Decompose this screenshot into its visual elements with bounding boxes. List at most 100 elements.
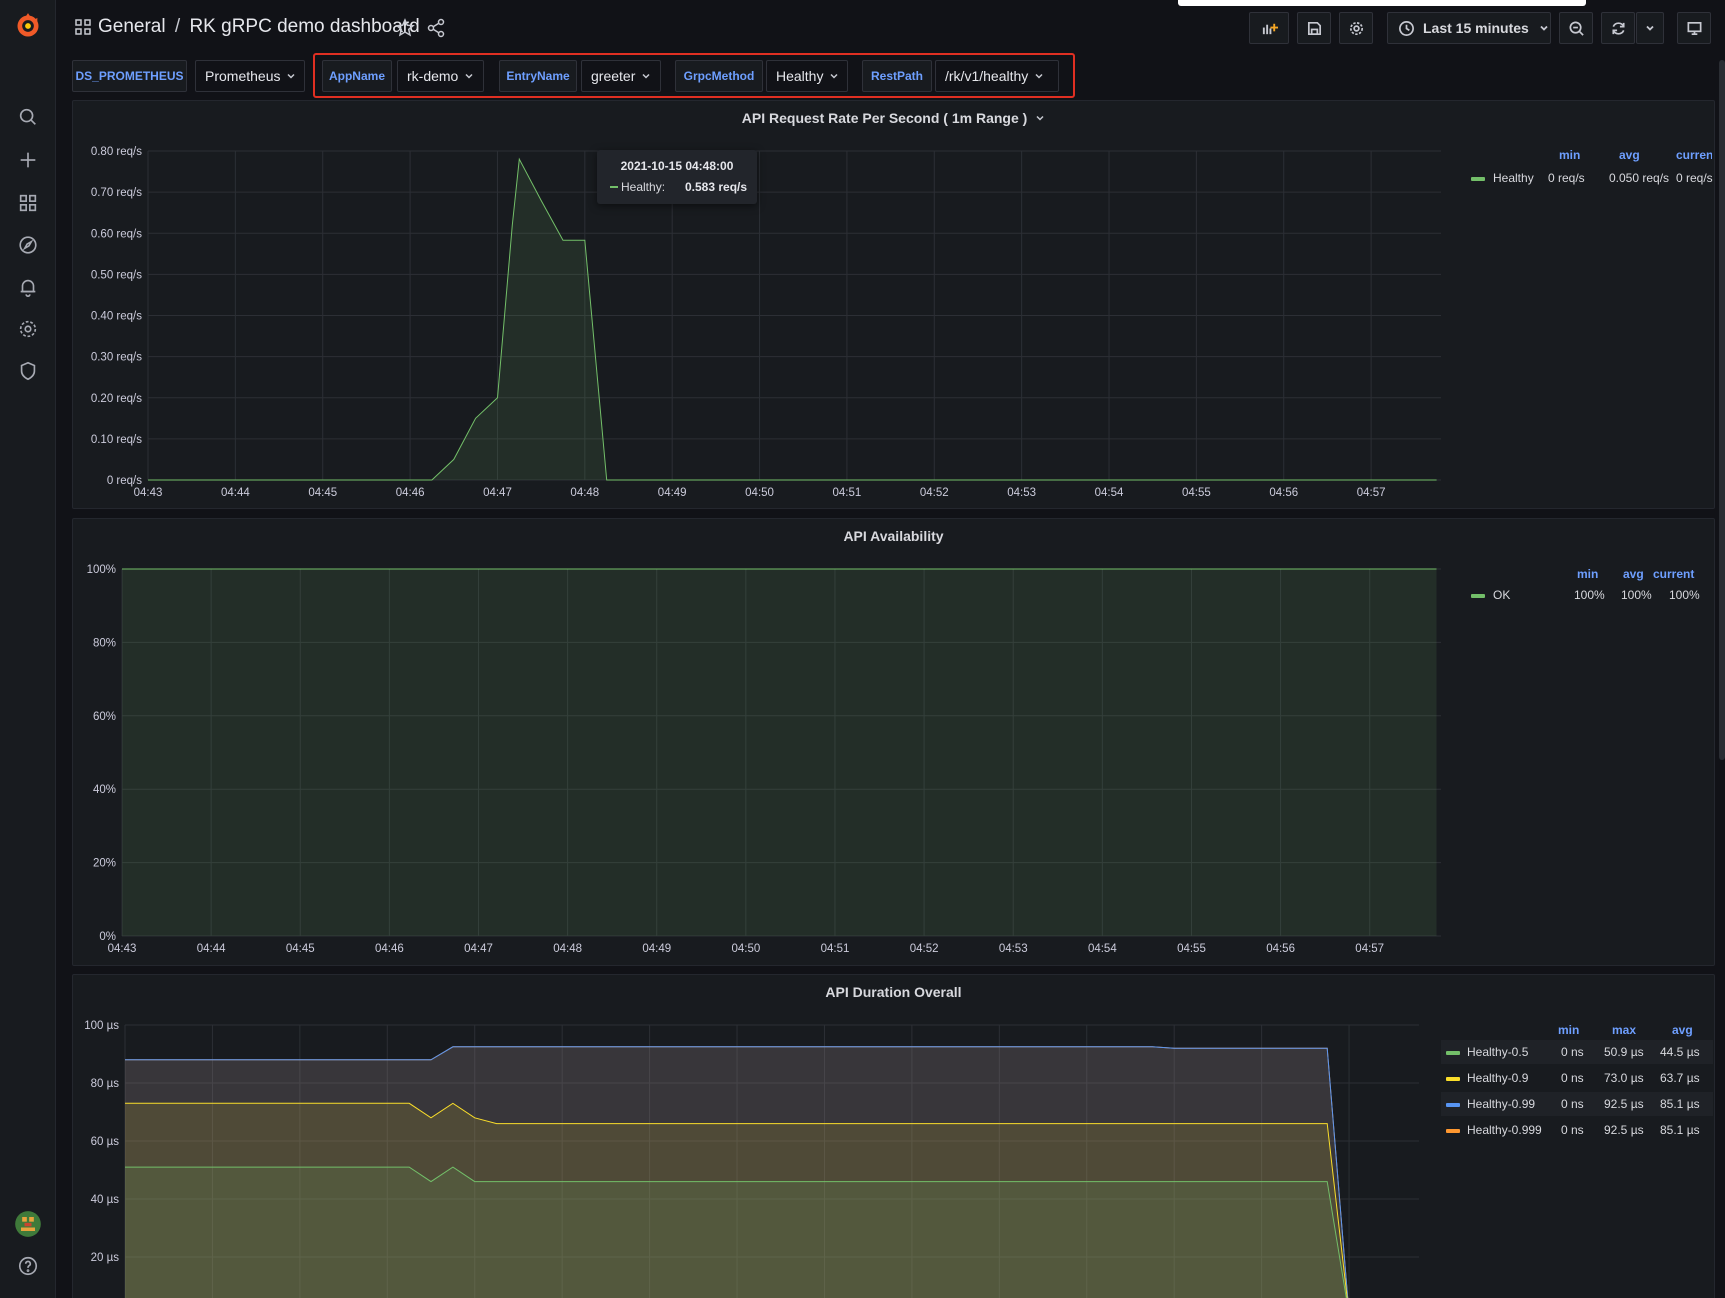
variable-select-ds-prometheus[interactable]: Prometheus [195,60,305,92]
add-panel-icon [1262,23,1278,34]
legend-header-min[interactable]: min [1558,1023,1579,1037]
star-icon[interactable] [394,17,416,39]
legend-header-current[interactable]: current [1653,567,1694,581]
legend-avg: 0.050 req/s [1609,171,1670,185]
legend-row[interactable]: Healthy-0.9 0 ns 73.0 µs 63.7 µs [1441,1066,1713,1090]
y-tick-label: 60 µs [91,1136,120,1148]
legend-row[interactable]: Healthy 0 req/s 0.050 req/s 0 req/s [1463,166,1713,190]
x-tick-label: 04:49 [642,943,671,955]
series-area-OK [122,569,1437,936]
variable-select-grpcmethod[interactable]: Healthy [766,60,848,92]
refresh-interval-dropdown[interactable] [1636,12,1664,44]
legend-current: 100% [1669,588,1700,602]
legend-max: 50.9 µs [1604,1045,1644,1059]
y-tick-label: 0% [99,931,116,943]
page-scrollbar[interactable] [1719,60,1725,760]
legend-header-avg[interactable]: avg [1672,1023,1693,1037]
panel-duration[interactable]: API Duration Overall 20 µs 40 µs 60 µs 80 µ… [72,974,1715,1298]
legend-header-current[interactable]: current [1676,148,1712,162]
y-tick-label: 0.20 req/s [91,393,142,405]
legend-avg: 85.1 µs [1660,1123,1700,1137]
dashboard-title[interactable]: RK gRPC demo dashboard [189,16,419,37]
x-tick-label: 04:45 [286,943,315,955]
tv-mode-button[interactable] [1677,12,1711,44]
breadcrumb-separator: / [174,16,181,37]
legend-max: 92.5 µs [1604,1123,1644,1137]
shield-icon[interactable] [14,357,42,385]
x-tick-label: 04:55 [1177,943,1206,955]
overlay-strip [1178,0,1586,6]
legend-header-min[interactable]: min [1559,148,1580,162]
variable-select-restpath[interactable]: /rk/v1/healthy [935,60,1059,92]
save-icon [1307,21,1321,35]
refresh-button[interactable] [1601,12,1635,44]
y-tick-label: 20 µs [91,1252,120,1264]
search-icon[interactable] [14,103,42,131]
legend-avg: 85.1 µs [1660,1097,1700,1111]
x-tick-label: 04:46 [396,487,425,499]
breadcrumb-folder[interactable]: General [98,16,166,37]
legend-header-avg[interactable]: avg [1623,567,1644,581]
zoom-out-button[interactable] [1559,12,1593,44]
tooltip-time: 2021-10-15 04:48:00 [620,159,734,173]
monitor-icon [1687,21,1701,35]
y-tick-label: 100% [87,564,116,576]
explore-icon[interactable] [14,231,42,259]
variable-select-appname[interactable]: rk-demo [397,60,484,92]
y-tick-label: 0.40 req/s [91,311,142,323]
legend-header-avg[interactable]: avg [1619,148,1640,162]
variable-label-ds-prometheus: DS_PROMETHEUS [72,60,187,92]
clock-icon [1399,20,1414,36]
help-icon[interactable] [14,1252,42,1280]
grafana-logo-icon[interactable] [14,12,42,40]
panel-availability[interactable]: API Availability 0% 20% 40% 60% 80% 100% 04:43… [72,518,1715,966]
dashboard-grid-icon[interactable] [74,18,92,36]
legend-swatch [1471,177,1485,181]
legend-row[interactable]: Healthy-0.5 0 ns 50.9 µs 44.5 µs [1441,1040,1713,1064]
x-tick-label: 04:51 [821,943,850,955]
dashboard-settings-button[interactable] [1339,12,1373,44]
share-icon[interactable] [425,17,447,39]
plus-icon[interactable] [14,146,42,174]
legend-row[interactable]: Healthy-0.99 0 ns 92.5 µs 85.1 µs [1441,1092,1713,1116]
panel-request-rate[interactable]: API Request Rate Per Second ( 1m Range )… [72,100,1715,509]
x-tick-label: 04:52 [910,943,939,955]
legend-swatch [1446,1051,1460,1055]
dashboards-icon[interactable] [14,189,42,217]
x-tick-label: 04:48 [553,943,582,955]
legend-max: 92.5 µs [1604,1097,1644,1111]
legend-series-name: OK [1493,588,1511,602]
save-dashboard-button[interactable] [1297,12,1331,44]
chart-request-rate[interactable]: 0 req/s 0.10 req/s 0.20 req/s 0.30 req/s 0.4… [73,101,1716,510]
legend-header-min[interactable]: min [1577,567,1598,581]
y-tick-label: 100 µs [84,1020,119,1032]
x-tick-label: 04:46 [375,943,404,955]
alerting-icon[interactable] [14,273,42,301]
legend-row[interactable]: OK 100% 100% 100% [1463,583,1713,607]
add-panel-button[interactable] [1249,12,1289,44]
x-tick-label: 04:57 [1357,487,1386,499]
chevron-down-icon [1035,73,1043,79]
x-tick-label: 04:44 [197,943,226,955]
user-avatar[interactable] [14,1210,42,1238]
legend-row[interactable]: Healthy-0.999 0 ns 92.5 µs 85.1 µs [1441,1118,1713,1142]
configuration-icon[interactable] [14,315,42,343]
x-tick-label: 04:54 [1088,943,1117,955]
time-picker-button[interactable]: Last 15 minutes [1387,12,1551,44]
legend-swatch [1446,1129,1460,1133]
legend-min: 0 ns [1561,1045,1584,1059]
x-tick-label: 04:48 [570,487,599,499]
y-tick-label: 0.10 req/s [91,434,142,446]
x-tick-label: 04:53 [999,943,1028,955]
y-tick-label: 0.80 req/s [91,146,142,158]
legend-header-max[interactable]: max [1612,1023,1636,1037]
variable-label-entryname: EntryName [499,60,577,92]
variable-label-grpcmethod: GrpcMethod [675,60,763,92]
chevron-down-icon [465,73,473,79]
x-tick-label: 04:51 [833,487,862,499]
sidebar [0,0,56,1298]
variable-select-entryname[interactable]: greeter [581,60,661,92]
legend-swatch [1446,1103,1460,1107]
x-tick-label: 04:52 [920,487,949,499]
top-bar: General / RK gRPC demo dashboard Last 15… [56,0,1725,56]
